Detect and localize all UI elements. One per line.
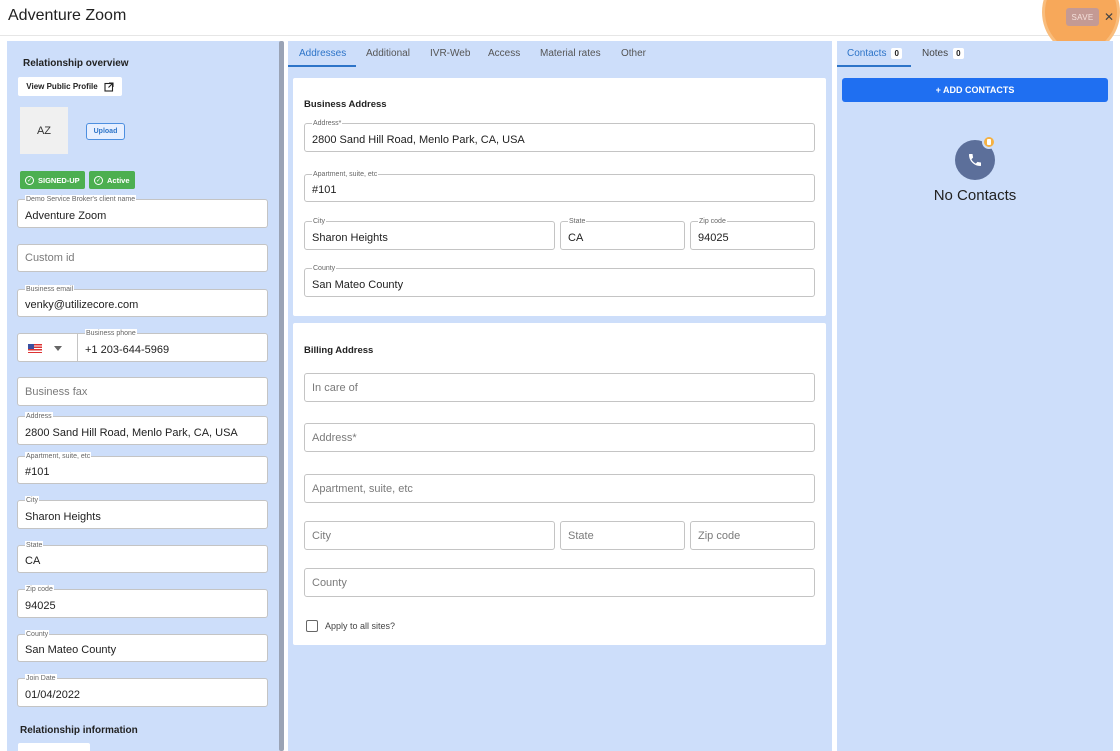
- tab-addresses[interactable]: Addresses: [299, 48, 346, 59]
- avatar: AZ: [20, 107, 68, 154]
- tab-additional[interactable]: Additional: [366, 48, 410, 59]
- addresses-panel: Addresses Additional IVR-Web Access Mate…: [288, 41, 832, 751]
- billing-address-input[interactable]: Address*: [304, 423, 815, 452]
- business-email-field[interactable]: Business email venky@utilizecore.com: [17, 285, 268, 317]
- in-care-of-input[interactable]: In care of: [304, 373, 815, 402]
- left-panel-scrollbar[interactable]: [279, 41, 284, 751]
- empty-state-label: No Contacts: [933, 187, 1017, 204]
- add-contacts-button[interactable]: + ADD CONTACTS: [842, 78, 1108, 102]
- page-title: Adventure Zoom: [8, 7, 127, 24]
- business-state-field[interactable]: State CA: [560, 217, 685, 250]
- business-fax-input[interactable]: Business fax: [17, 377, 268, 406]
- check-circle-icon: ✓: [94, 175, 103, 185]
- active-tab-indicator: [288, 65, 356, 67]
- custom-id-input[interactable]: Custom id: [17, 244, 268, 272]
- contacts-count-badge: 0: [891, 48, 902, 59]
- state-field[interactable]: State CA: [17, 541, 268, 573]
- view-profile-label: View Public Profile: [26, 82, 98, 91]
- tab-material-rates[interactable]: Material rates: [540, 48, 601, 59]
- close-icon[interactable]: ✕: [1102, 8, 1116, 26]
- apartment-field[interactable]: Apartment, suite, etc #101: [17, 452, 268, 484]
- billing-zip-input[interactable]: Zip code: [690, 521, 815, 550]
- relationship-overview-panel: Relationship overview View Public Profil…: [7, 41, 280, 751]
- address-field[interactable]: Address 2800 Sand Hill Road, Menlo Park,…: [17, 412, 268, 445]
- business-address-field[interactable]: Address* 2800 Sand Hill Road, Menlo Park…: [304, 119, 815, 152]
- apply-to-all-sites-label: Apply to all sites?: [325, 621, 396, 631]
- business-phone-field[interactable]: Business phone +1 203-644-5969: [17, 329, 268, 362]
- top-bar: Adventure Zoom SAVE ✕: [0, 0, 1120, 51]
- apply-to-all-sites-checkbox[interactable]: [306, 620, 318, 632]
- business-address-title: Business Address: [304, 99, 387, 110]
- partial-chip[interactable]: [18, 743, 90, 751]
- billing-city-input[interactable]: City: [304, 521, 555, 550]
- upload-button[interactable]: Upload: [86, 123, 125, 140]
- tab-access[interactable]: Access: [488, 48, 520, 59]
- billing-address-title: Billing Address: [304, 345, 374, 356]
- view-public-profile-button[interactable]: View Public Profile: [18, 77, 122, 96]
- billing-apartment-input[interactable]: Apartment, suite, etc: [304, 474, 815, 503]
- business-address-card: Business Address Address* 2800 Sand Hill…: [293, 78, 826, 316]
- billing-state-input[interactable]: State: [560, 521, 685, 550]
- county-field[interactable]: County San Mateo County: [17, 630, 268, 662]
- notification-badge-icon: [982, 135, 996, 149]
- us-flag-icon[interactable]: [28, 344, 42, 353]
- active-tab-indicator: [837, 65, 911, 67]
- billing-address-card: Billing Address In care of Address* Apar…: [293, 323, 826, 645]
- check-circle-icon: ✓: [25, 175, 34, 185]
- tab-other[interactable]: Other: [621, 48, 646, 59]
- business-zip-field[interactable]: Zip code 94025: [690, 217, 815, 250]
- business-county-field[interactable]: County San Mateo County: [304, 264, 815, 297]
- contacts-panel: Contacts 0 Notes 0 + ADD CONTACTS No Con…: [837, 41, 1113, 751]
- tab-contacts[interactable]: Contacts 0: [847, 48, 902, 59]
- open-in-new-icon: [104, 81, 114, 92]
- billing-county-input[interactable]: County: [304, 568, 815, 597]
- chevron-down-icon[interactable]: [54, 346, 62, 351]
- tab-notes[interactable]: Notes 0: [922, 48, 964, 59]
- business-city-field[interactable]: City Sharon Heights: [304, 217, 555, 250]
- save-button[interactable]: SAVE: [1066, 8, 1099, 26]
- overview-title: Relationship overview: [23, 58, 129, 69]
- business-apartment-field[interactable]: Apartment, suite, etc #101: [304, 170, 815, 202]
- status-badge-signed-up: ✓ SIGNED-UP: [20, 171, 85, 189]
- join-date-field[interactable]: Join Date 01/04/2022: [17, 674, 268, 707]
- client-name-field[interactable]: Demo Service Broker's client name Advent…: [17, 195, 268, 228]
- relationship-info-title: Relationship information: [20, 725, 138, 736]
- tab-ivr-web[interactable]: IVR-Web: [430, 48, 470, 59]
- city-field[interactable]: City Sharon Heights: [17, 496, 268, 529]
- notes-count-badge: 0: [953, 48, 964, 59]
- status-badge-active: ✓ Active: [89, 171, 135, 189]
- zip-code-field[interactable]: Zip code 94025: [17, 585, 268, 618]
- tab-bar: Addresses Additional IVR-Web Access Mate…: [288, 41, 832, 67]
